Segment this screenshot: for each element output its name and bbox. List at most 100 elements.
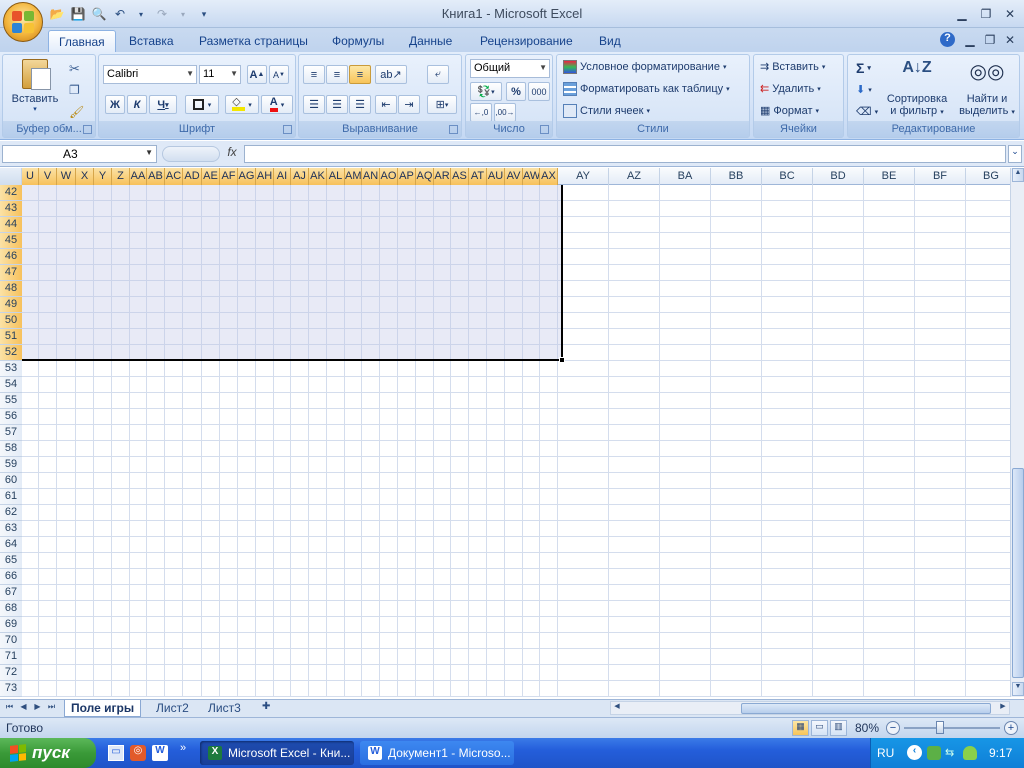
merge-button[interactable]: ⊞ ▾ bbox=[427, 95, 457, 114]
close-icon[interactable]: ✕ bbox=[1000, 6, 1020, 22]
task-word[interactable]: W Документ1 - Microso... bbox=[360, 741, 514, 765]
borders-button[interactable]: ▾ bbox=[185, 95, 219, 114]
save-icon[interactable]: 💾 bbox=[69, 5, 87, 23]
tray-app-icon[interactable] bbox=[927, 746, 941, 760]
wrap-text-button[interactable]: ⤶ bbox=[427, 65, 449, 84]
column-header[interactable]: AC bbox=[165, 168, 183, 185]
tray-shield-icon[interactable] bbox=[963, 746, 977, 760]
quicklaunch-app-icon[interactable]: ◎ bbox=[130, 745, 146, 761]
italic-button[interactable]: К bbox=[127, 95, 147, 114]
row-header[interactable]: 64 bbox=[0, 537, 22, 553]
delete-cells-button[interactable]: ⇇ Удалить ▾ bbox=[760, 82, 821, 96]
clipboard-launcher-icon[interactable] bbox=[83, 125, 92, 134]
row-header[interactable]: 42 bbox=[0, 185, 22, 201]
font-size-combo[interactable]: 11 ▼ bbox=[199, 65, 241, 84]
autosum-button[interactable]: Σ ▾ bbox=[856, 60, 871, 76]
currency-button[interactable]: 💱 ▾ bbox=[470, 82, 502, 101]
column-header[interactable]: AW bbox=[523, 168, 540, 185]
column-header[interactable]: Y bbox=[94, 168, 112, 185]
column-header[interactable]: AL bbox=[327, 168, 345, 185]
column-header[interactable]: W bbox=[57, 168, 76, 185]
name-box[interactable]: A3 ▼ bbox=[2, 145, 157, 163]
page-break-view-icon[interactable]: ▥ bbox=[830, 720, 847, 736]
grow-font-button[interactable]: A ▲ bbox=[247, 65, 267, 84]
underline-button[interactable]: Ч ▾ bbox=[149, 95, 177, 114]
row-header[interactable]: 73 bbox=[0, 681, 22, 697]
percent-button[interactable]: % bbox=[506, 82, 526, 101]
print-preview-icon[interactable]: 🔍 bbox=[90, 5, 108, 23]
insert-function-button[interactable]: fx bbox=[222, 145, 242, 163]
row-header[interactable]: 62 bbox=[0, 505, 22, 521]
language-indicator[interactable]: RU bbox=[877, 746, 894, 760]
cell-styles-button[interactable]: Стили ячеек ▾ bbox=[563, 104, 650, 118]
column-header[interactable]: AB bbox=[147, 168, 165, 185]
column-header[interactable]: AP bbox=[398, 168, 416, 185]
align-top-button[interactable]: ≡ bbox=[303, 65, 325, 84]
scroll-left-icon[interactable]: ◀ bbox=[611, 702, 623, 714]
font-launcher-icon[interactable] bbox=[283, 125, 292, 134]
quicklaunch-more-icon[interactable]: » bbox=[180, 742, 186, 754]
number-format-combo[interactable]: Общий ▼ bbox=[470, 59, 550, 78]
paste-button[interactable]: Вставить ▾ bbox=[9, 59, 61, 119]
vertical-scrollbar[interactable]: ▲ ▼ bbox=[1010, 168, 1024, 697]
insert-sheet-icon[interactable]: ✚ bbox=[256, 700, 276, 717]
row-header[interactable]: 58 bbox=[0, 441, 22, 457]
row-header[interactable]: 69 bbox=[0, 617, 22, 633]
open-icon[interactable]: 📂 bbox=[48, 5, 66, 23]
column-header[interactable]: BC bbox=[762, 168, 813, 185]
network-icon[interactable]: ⇆ bbox=[945, 746, 959, 760]
align-left-button[interactable]: ☰ bbox=[303, 95, 325, 114]
column-header[interactable]: AZ bbox=[609, 168, 660, 185]
increase-indent-button[interactable]: ⇥ bbox=[398, 95, 420, 114]
scroll-up-icon[interactable]: ▲ bbox=[1012, 168, 1024, 182]
format-as-table-button[interactable]: Форматировать как таблицу ▾ bbox=[563, 82, 730, 96]
column-header[interactable]: AI bbox=[274, 168, 291, 185]
undo-icon[interactable]: ↶ bbox=[111, 5, 129, 23]
sheet-tab-3[interactable]: Лист3 bbox=[202, 700, 247, 717]
row-header[interactable]: 59 bbox=[0, 457, 22, 473]
fill-color-button[interactable]: ◇ ▾ bbox=[225, 95, 259, 114]
fill-handle[interactable] bbox=[559, 357, 565, 363]
page-layout-view-icon[interactable]: ▭ bbox=[811, 720, 828, 736]
start-button[interactable]: пуск bbox=[0, 738, 96, 768]
last-sheet-icon[interactable]: ⏭ bbox=[46, 702, 57, 715]
tab-data[interactable]: Данные bbox=[399, 30, 462, 52]
column-header[interactable]: AY bbox=[558, 168, 609, 185]
zoom-in-icon[interactable]: + bbox=[1004, 721, 1018, 735]
row-header[interactable]: 57 bbox=[0, 425, 22, 441]
formula-splitter[interactable] bbox=[162, 146, 220, 162]
tab-view[interactable]: Вид bbox=[589, 30, 631, 52]
redo-icon[interactable]: ↷ bbox=[153, 5, 171, 23]
column-header[interactable]: AJ bbox=[291, 168, 309, 185]
row-header[interactable]: 71 bbox=[0, 649, 22, 665]
decrease-indent-button[interactable]: ⇤ bbox=[375, 95, 397, 114]
cut-icon[interactable]: ✂ bbox=[69, 61, 80, 77]
bold-button[interactable]: Ж bbox=[105, 95, 125, 114]
task-excel[interactable]: X Microsoft Excel - Кни... bbox=[200, 741, 354, 765]
doc-minimize-icon[interactable]: ▁ bbox=[960, 32, 980, 48]
column-header[interactable]: AQ bbox=[416, 168, 434, 185]
horizontal-scroll-thumb[interactable] bbox=[741, 703, 991, 714]
column-header[interactable]: AM bbox=[345, 168, 362, 185]
minimize-icon[interactable]: ▁ bbox=[952, 6, 972, 22]
row-header[interactable]: 61 bbox=[0, 489, 22, 505]
column-header[interactable]: AV bbox=[505, 168, 523, 185]
vertical-scroll-thumb[interactable] bbox=[1012, 468, 1024, 678]
row-header[interactable]: 48 bbox=[0, 281, 22, 297]
office-button[interactable] bbox=[3, 2, 43, 42]
row-header[interactable]: 66 bbox=[0, 569, 22, 585]
font-name-combo[interactable]: Calibri ▼ bbox=[103, 65, 197, 84]
tab-page-layout[interactable]: Разметка страницы bbox=[189, 30, 318, 52]
first-sheet-icon[interactable]: ⏮ bbox=[4, 702, 15, 715]
row-header[interactable]: 49 bbox=[0, 297, 22, 313]
row-header[interactable]: 60 bbox=[0, 473, 22, 489]
column-header[interactable]: AU bbox=[487, 168, 505, 185]
align-center-button[interactable]: ☰ bbox=[326, 95, 348, 114]
sheet-tab-2[interactable]: Лист2 bbox=[150, 700, 195, 717]
column-header[interactable]: U bbox=[22, 168, 39, 185]
customize-toolbar-icon[interactable]: ▾ bbox=[195, 5, 213, 23]
column-header[interactable]: Z bbox=[112, 168, 130, 185]
row-header[interactable]: 70 bbox=[0, 633, 22, 649]
column-header[interactable]: AR bbox=[434, 168, 451, 185]
column-header[interactable]: AX bbox=[540, 168, 558, 185]
